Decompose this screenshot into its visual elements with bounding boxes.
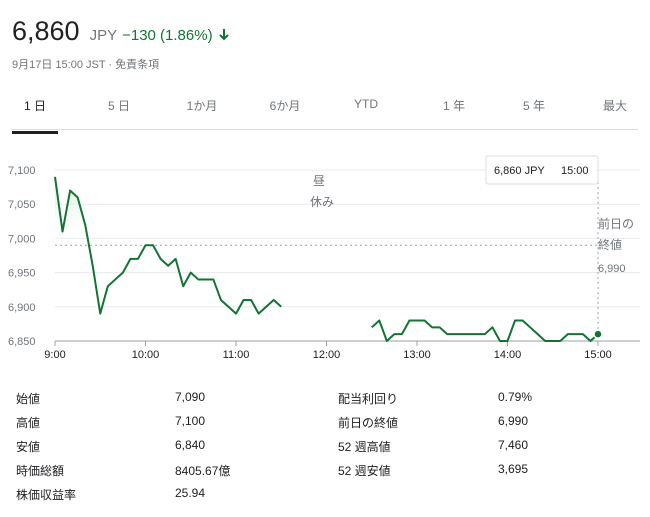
- lunch-break-label: 昼: [313, 174, 325, 188]
- tab-1-year[interactable]: 1 年: [434, 93, 474, 131]
- price-change: −130 (1.86%): [122, 27, 213, 44]
- stat-value-52w-high: 7,460: [498, 438, 529, 452]
- tab-6-month[interactable]: 6か月: [260, 93, 310, 131]
- stat-label-pe-ratio: 株価収益率: [16, 488, 77, 502]
- stat-label-52w-high: 52 週高値: [338, 440, 391, 454]
- stat-label-open: 始値: [16, 392, 41, 406]
- prev-close-label: 前日の: [598, 216, 634, 231]
- stat-label-52w-low: 52 週安値: [338, 464, 391, 478]
- stat-label-high: 高値: [16, 416, 41, 430]
- stat-label-market-cap: 時価総額: [16, 464, 65, 478]
- x-tick-label: 12:00: [313, 349, 341, 361]
- stat-value-dividend-yield: 0.79%: [498, 390, 533, 404]
- quote-timestamp: 9月17日 15:00 JST · 免責条項: [12, 59, 160, 71]
- stat-label-prev-close: 前日の終値: [338, 416, 399, 430]
- y-tick-label: 7,100: [8, 165, 36, 177]
- lunch-break-label: 休み: [310, 195, 334, 209]
- stat-value-low: 6,840: [175, 438, 206, 452]
- price-line-afternoon: [371, 319, 599, 342]
- stat-label-low: 安値: [16, 440, 41, 454]
- prev-close-value: 6,990: [598, 263, 626, 275]
- x-tick-label: 10:00: [132, 349, 160, 361]
- stat-value-high: 7,100: [175, 414, 206, 428]
- stat-label-dividend-yield: 配当利回り: [338, 392, 399, 406]
- tooltip-time: 15:00: [561, 165, 589, 177]
- currency-code: JPY: [89, 27, 118, 44]
- tab-1-month[interactable]: 1か月: [178, 93, 226, 131]
- range-tabs: 1 日 5 日 1か月 6か月 YTD 1 年 5 年 最大: [12, 93, 638, 134]
- prev-close-label: 終値: [598, 237, 622, 252]
- x-tick-label: 9:00: [44, 349, 65, 361]
- tab-max[interactable]: 最大: [598, 93, 632, 131]
- stat-value-52w-low: 3,695: [498, 462, 529, 476]
- stat-value-market-cap: 8405.67億: [175, 464, 231, 478]
- y-tick-label: 6,850: [8, 336, 36, 348]
- y-tick-label: 6,900: [8, 302, 36, 314]
- x-tick-label: 11:00: [223, 349, 250, 361]
- y-tick-label: 7,050: [8, 199, 36, 211]
- tooltip-price: 6,860 JPY: [494, 165, 545, 177]
- price-header: 6,860 JPY −130 (1.86%): [12, 16, 229, 47]
- tab-5-day[interactable]: 5 日: [98, 93, 140, 131]
- y-tick-label: 6,950: [8, 268, 36, 280]
- tab-5-year[interactable]: 5 年: [514, 93, 554, 131]
- stat-value-open: 7,090: [175, 390, 206, 404]
- price-chart: 6,850 6,900 6,950 7,000 7,050 7,100 9:00 10:00 1…: [8, 155, 640, 361]
- down-arrow-icon: [218, 26, 229, 41]
- x-tick-label: 15:00: [584, 349, 612, 361]
- current-point: [593, 329, 603, 339]
- y-tick-label: 7,000: [8, 233, 36, 245]
- current-price: 6,860: [12, 16, 80, 46]
- stat-value-prev-close: 6,990: [498, 414, 529, 428]
- tab-1-day[interactable]: 1 日: [12, 93, 58, 134]
- price-tooltip: 6,860 JPY 15:00: [485, 155, 599, 185]
- tab-ytd[interactable]: YTD: [348, 93, 384, 131]
- price-area-fill: [55, 176, 282, 246]
- x-tick-label: 14:00: [494, 349, 522, 361]
- price-line-morning: [54, 176, 282, 315]
- stat-value-pe-ratio: 25.94: [175, 486, 206, 500]
- x-tick-label: 13:00: [403, 349, 431, 361]
